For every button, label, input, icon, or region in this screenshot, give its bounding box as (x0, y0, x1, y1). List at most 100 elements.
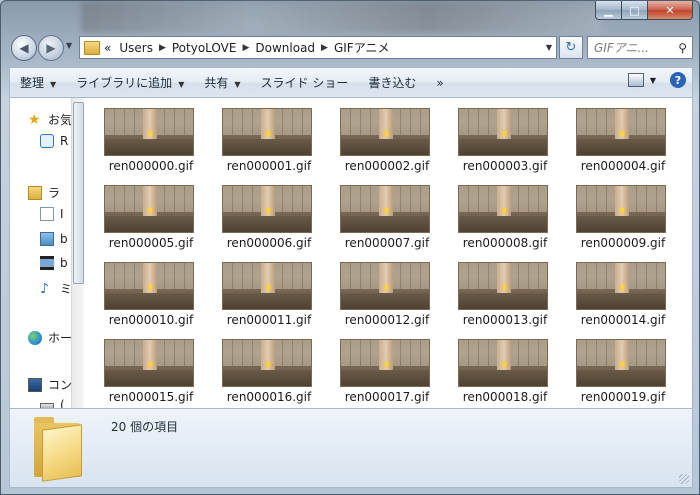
file-item[interactable]: ren000009.gif (564, 175, 682, 252)
file-item[interactable]: ren000011.gif (210, 252, 328, 329)
file-name: ren000006.gif (226, 236, 312, 250)
file-name: ren000017.gif (344, 390, 430, 404)
nav-libraries[interactable]: ラ (28, 184, 60, 201)
burn-button[interactable]: 書き込む (358, 74, 426, 91)
breadcrumb-separator-icon[interactable]: ▶ (159, 43, 166, 53)
file-item[interactable]: ren000008.gif (446, 175, 564, 252)
breadcrumb-download[interactable]: Download (255, 41, 315, 55)
add-to-library-menu[interactable]: ライブラリに追加 ▼ (66, 74, 194, 91)
file-item[interactable]: ren000006.gif (210, 175, 328, 252)
navigation-pane-scrollbar[interactable] (71, 98, 84, 408)
nav-pictures[interactable]: b (40, 232, 68, 246)
caption-buttons: ▁ □ ✕ (595, 1, 693, 21)
file-name: ren000016.gif (226, 390, 312, 404)
breadcrumb-users[interactable]: Users (119, 41, 153, 55)
view-options-dropdown[interactable]: ▼ (650, 76, 656, 85)
star-icon: ★ (28, 111, 41, 128)
breadcrumb-potyolove[interactable]: PotyoLOVE (172, 41, 237, 55)
slideshow-button[interactable]: スライド ショー (251, 74, 359, 91)
resize-grip[interactable] (679, 474, 689, 484)
nav-videos[interactable]: b (40, 256, 68, 270)
details-pane: 20 個の項目 (9, 408, 693, 488)
breadcrumb-separator-icon[interactable]: ▶ (242, 43, 249, 53)
gif-thumbnail (222, 185, 312, 233)
file-name: ren000001.gif (226, 159, 312, 173)
file-item[interactable]: ren000003.gif (446, 98, 564, 175)
minimize-button[interactable]: ▁ (595, 1, 622, 20)
more-commands-button[interactable]: » (426, 76, 453, 90)
nav-documents-label: I (60, 207, 64, 221)
documents-icon (40, 207, 54, 221)
change-view-icon[interactable] (627, 73, 644, 87)
add-to-library-label: ライブラリに追加 (76, 76, 173, 90)
navigation-pane: ★ お気 R ラ I b b ♪ ミ ホー コン ( (10, 98, 79, 408)
file-name: ren000005.gif (108, 236, 194, 250)
organize-menu[interactable]: 整理 ▼ (10, 74, 66, 91)
gif-thumbnail (458, 262, 548, 310)
recent-pages-dropdown[interactable]: ▼ (66, 41, 72, 50)
libraries-icon (28, 185, 42, 200)
breadcrumb-gif-anime[interactable]: GIFアニメ (334, 39, 390, 56)
file-item[interactable]: ren000002.gif (328, 98, 446, 175)
recent-places-icon (40, 134, 54, 148)
refresh-button[interactable]: ↻ (559, 36, 583, 59)
file-name: ren000013.gif (462, 313, 548, 327)
file-item[interactable]: ren000016.gif (210, 329, 328, 406)
back-button[interactable]: ◀ (11, 35, 37, 61)
maximize-button[interactable]: □ (622, 1, 648, 20)
nav-favorites-label: お気 (48, 113, 73, 127)
slideshow-label: スライド ショー (260, 76, 349, 90)
gif-thumbnail (104, 339, 194, 387)
file-item[interactable]: ren000010.gif (92, 252, 210, 329)
file-name: ren000019.gif (580, 390, 666, 404)
nav-videos-label: b (60, 256, 68, 270)
file-item[interactable]: ren000014.gif (564, 252, 682, 329)
nav-libraries-label: ラ (48, 186, 61, 200)
scrollbar-thumb[interactable] (73, 102, 84, 284)
address-dropdown-icon[interactable]: ▼ (546, 43, 552, 52)
search-input[interactable]: GIFアニ... ⚲ (587, 36, 693, 59)
gif-thumbnail (458, 185, 548, 233)
file-name: ren000000.gif (108, 159, 194, 173)
address-bar[interactable]: « Users ▶ PotyoLOVE ▶ Download ▶ GIFアニメ … (79, 36, 557, 59)
file-name: ren000015.gif (108, 390, 194, 404)
file-name: ren000007.gif (344, 236, 430, 250)
forward-button[interactable]: ▶ (38, 35, 64, 61)
file-item[interactable]: ren000007.gif (328, 175, 446, 252)
title-bar-glass (81, 1, 601, 33)
file-name: ren000010.gif (108, 313, 194, 327)
gif-thumbnail (104, 262, 194, 310)
nav-favorites[interactable]: ★ お気 (28, 111, 72, 128)
chevron-down-icon: ▼ (178, 80, 185, 89)
search-icon[interactable]: ⚲ (678, 41, 687, 55)
file-item[interactable]: ren000013.gif (446, 252, 564, 329)
close-button[interactable]: ✕ (648, 1, 693, 20)
explorer-content: ★ お気 R ラ I b b ♪ ミ ホー コン (ren000000.gif… (9, 98, 693, 408)
file-item[interactable]: ren000018.gif (446, 329, 564, 406)
nav-homegroup-label: ホー (48, 331, 73, 345)
nav-homegroup[interactable]: ホー (28, 329, 72, 346)
file-item[interactable]: ren000017.gif (328, 329, 446, 406)
file-item[interactable]: ren000015.gif (92, 329, 210, 406)
gif-thumbnail (222, 262, 312, 310)
toolbar-right-group: ▼ ? (627, 72, 686, 88)
share-menu[interactable]: 共有 ▼ (194, 74, 250, 91)
file-item[interactable]: ren000004.gif (564, 98, 682, 175)
file-item[interactable]: ren000019.gif (564, 329, 682, 406)
nav-recent-places[interactable]: R (40, 134, 68, 148)
file-name: ren000008.gif (462, 236, 548, 250)
file-item[interactable]: ren000012.gif (328, 252, 446, 329)
file-item[interactable]: ren000000.gif (92, 98, 210, 175)
refresh-icon: ↻ (565, 40, 577, 55)
breadcrumb-separator-icon[interactable]: ▶ (321, 43, 328, 53)
file-item[interactable]: ren000001.gif (210, 98, 328, 175)
nav-computer[interactable]: コン (28, 376, 72, 393)
file-item[interactable]: ren000005.gif (92, 175, 210, 252)
nav-local-drive[interactable]: ( (40, 398, 65, 408)
nav-documents[interactable]: I (40, 207, 64, 221)
nav-music[interactable]: ♪ ミ (40, 280, 72, 297)
gif-thumbnail (576, 339, 666, 387)
help-icon[interactable]: ? (670, 72, 686, 88)
file-name: ren000004.gif (580, 159, 666, 173)
address-overflow[interactable]: « (104, 41, 111, 55)
